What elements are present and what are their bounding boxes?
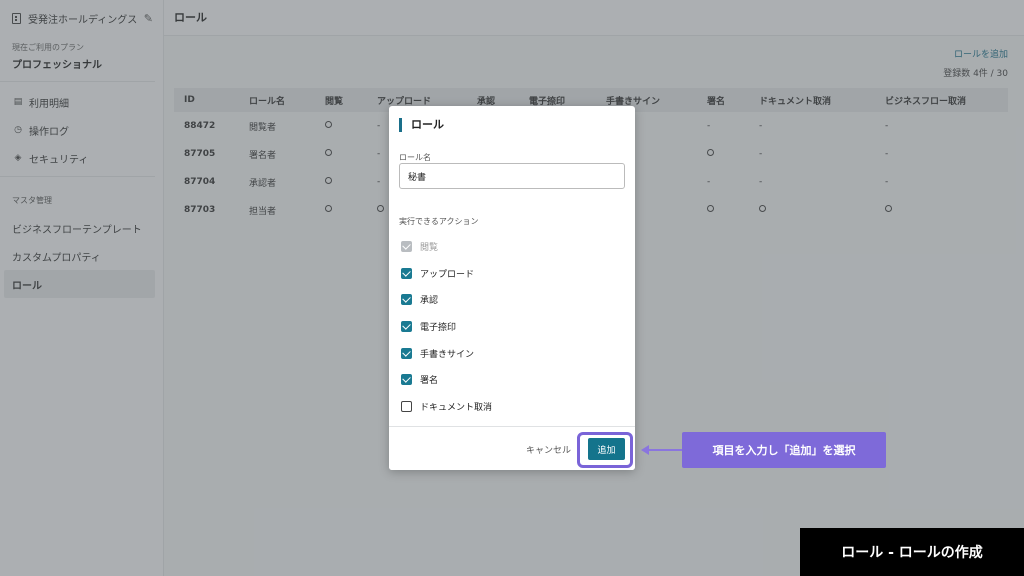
action-checkbox-row[interactable]: 承認	[401, 286, 492, 313]
actions-label: 実行できるアクション	[399, 217, 479, 226]
checkbox-checked-icon[interactable]	[401, 347, 412, 359]
role-name-input[interactable]	[399, 163, 625, 189]
checkbox-checked-icon	[401, 240, 412, 252]
checkbox-checked-icon[interactable]	[401, 374, 412, 386]
action-label: 電子捺印	[420, 322, 457, 333]
highlight-frame	[577, 432, 633, 468]
callout-arrow	[648, 449, 682, 451]
caption-banner: ロール - ロールの作成	[800, 528, 1024, 576]
action-label: 承認	[420, 296, 439, 307]
action-checkbox-row[interactable]: 電子捺印	[401, 313, 492, 340]
action-label: アップロード	[420, 269, 475, 280]
action-label: 署名	[420, 376, 439, 387]
action-checkbox-row[interactable]: 署名	[401, 366, 492, 393]
checkbox-unchecked-icon[interactable]	[401, 400, 412, 412]
role-modal: ロール ロール名 実行できるアクション 閲覧アップロード承認電子捺印手書きサイン…	[389, 106, 635, 470]
role-name-label: ロール名	[399, 153, 431, 162]
action-label: ドキュメント取消	[420, 402, 493, 413]
checkbox-checked-icon[interactable]	[401, 294, 412, 306]
modal-title: ロール	[399, 118, 444, 132]
action-checkbox-row: 閲覧	[401, 233, 492, 260]
actions-list: 閲覧アップロード 承認電子捺印手書きサイン 署名ドキュメント取消	[401, 233, 492, 420]
arrow-left-icon	[641, 445, 649, 455]
checkbox-checked-icon[interactable]	[401, 320, 412, 332]
cancel-button[interactable]: キャンセル	[526, 443, 571, 456]
action-checkbox-row[interactable]: 手書きサイン	[401, 340, 492, 367]
action-checkbox-row[interactable]: ドキュメント取消	[401, 393, 492, 420]
action-label: 手書きサイン	[420, 349, 475, 360]
action-checkbox-row[interactable]: アップロード	[401, 260, 492, 287]
instruction-callout: 項目を入力し「追加」を選択	[682, 432, 886, 468]
checkbox-checked-icon[interactable]	[401, 267, 412, 279]
action-label: 閲覧	[420, 242, 439, 253]
